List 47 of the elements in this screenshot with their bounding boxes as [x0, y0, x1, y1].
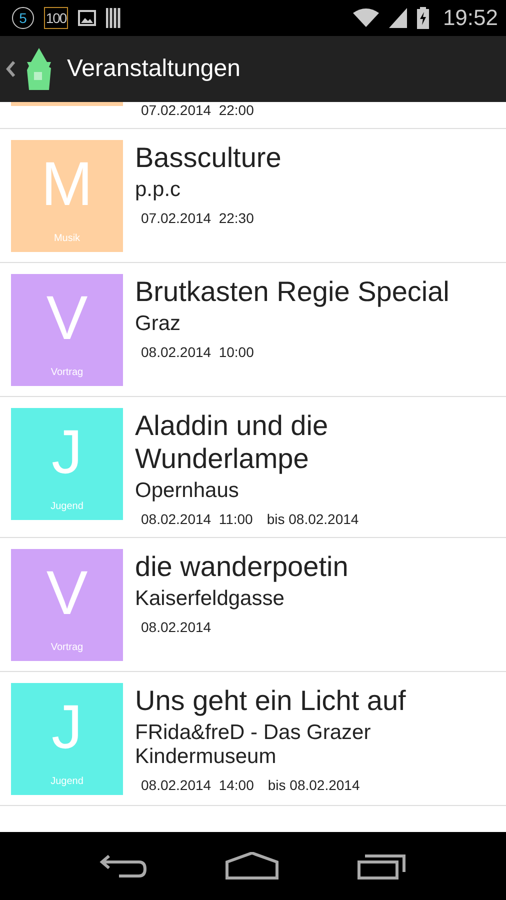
- barcode-icon: [106, 8, 122, 28]
- back-chevron-icon[interactable]: [6, 61, 15, 77]
- event-title: Bassculture: [135, 141, 282, 174]
- screen-title: Veranstaltungen: [67, 55, 240, 83]
- category-letter: J: [52, 697, 82, 759]
- event-date: 07.02.2014 22:30: [140, 210, 254, 226]
- event-title: Brutkasten Regie Special: [135, 275, 450, 308]
- event-date: 08.02.2014 11:00: [140, 511, 253, 527]
- notification-count: 5: [12, 7, 34, 29]
- event-end-date: bis 08.02.2014: [268, 777, 360, 793]
- event-location: Opernhaus: [135, 479, 240, 503]
- category-label: Musik: [54, 233, 80, 244]
- event-row[interactable]: V Vortrag die wanderpoetin Kaiserfeldgasse 08.02.2014: [0, 538, 506, 672]
- back-icon[interactable]: [99, 852, 147, 880]
- event-date: 08.02.2014 10:00: [140, 344, 254, 360]
- category-label: Jugend: [50, 776, 84, 787]
- recent-apps-icon[interactable]: [357, 852, 407, 880]
- event-location: FRida&freD - Das Grazer Kindermuseum: [135, 721, 372, 769]
- category-letter: V: [46, 563, 88, 625]
- category-label: Vortrag: [50, 642, 84, 653]
- event-row[interactable]: M Musik Bassculture p.p.c 07.02.2014 22:30: [0, 129, 506, 263]
- event-title: Uns geht ein Licht auf: [135, 684, 407, 717]
- event-date: 07.02.2014 22:00: [140, 102, 255, 118]
- event-location: Graz: [135, 312, 182, 336]
- category-label: Vortrag: [50, 367, 84, 378]
- home-icon[interactable]: [225, 852, 279, 880]
- event-date: 08.02.2014 14:00: [140, 777, 254, 793]
- event-location: Kaiserfeldgasse: [135, 587, 286, 611]
- event-title: die wanderpoetin: [135, 550, 350, 583]
- battery-icon: [416, 7, 429, 29]
- event-end-date: bis 08.02.2014: [266, 511, 359, 527]
- category-letter: M: [41, 154, 93, 216]
- event-location: p.p.c: [135, 178, 182, 202]
- app-logo-icon[interactable]: [25, 48, 53, 90]
- category-label: Jugend: [50, 501, 84, 512]
- image-icon: [78, 10, 96, 26]
- category-letter: J: [52, 422, 82, 484]
- event-row[interactable]: J Jugend Uns geht ein Licht auf FRida&freD - Das Grazer Kindermuseum 08.02.2014 14:00 bis 08.02.2014: [0, 672, 506, 806]
- event-row[interactable]: V Vortrag Brutkasten Regie Special Graz 08.02.2014 10:00: [0, 263, 506, 397]
- event-row[interactable]: J Jugend Aladdin und die Wunderlampe Opernhaus 08.02.2014 11:00 bis 08.02.2014: [0, 397, 506, 538]
- event-date: 08.02.2014: [140, 619, 212, 635]
- event-title: Aladdin und die Wunderlampe: [135, 409, 330, 475]
- signal-icon: [388, 8, 407, 28]
- wifi-icon: [352, 8, 379, 28]
- clock-time: 19:52: [442, 5, 498, 31]
- notification-badge: 100: [44, 7, 68, 29]
- category-letter: V: [46, 288, 88, 350]
